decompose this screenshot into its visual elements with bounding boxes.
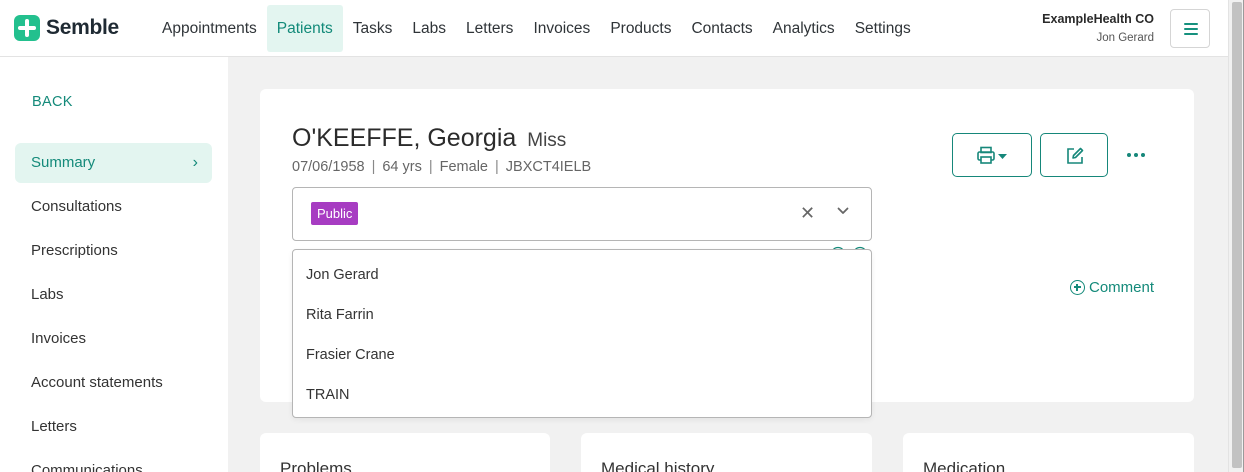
sidebar-item-invoices[interactable]: Invoices [15, 319, 212, 359]
nav-contacts[interactable]: Contacts [681, 5, 762, 52]
dropdown-option-jon-gerard[interactable]: Jon Gerard [293, 255, 871, 295]
tag-options-dropdown: Jon Gerard Rita Farrin Frasier Crane TRA… [292, 249, 872, 418]
sidebar-item-communications[interactable]: Communications [15, 451, 212, 472]
user-name: Jon Gerard [1096, 32, 1154, 44]
sidebar-item-label: Letters [31, 418, 77, 435]
patient-name-heading: O'KEEFFE, Georgia Miss [292, 124, 566, 153]
medication-card: Medication [903, 433, 1194, 472]
back-link[interactable]: BACK [32, 94, 73, 110]
sidebar-item-label: Labs [31, 286, 64, 303]
nav-analytics[interactable]: Analytics [763, 5, 845, 52]
more-horizontal-icon[interactable] [1126, 145, 1146, 165]
semble-logo-icon [14, 15, 40, 41]
printer-icon [977, 146, 1007, 164]
account-info[interactable]: ExampleHealth CO Jon Gerard [1042, 12, 1154, 44]
edit-patient-button[interactable] [1040, 133, 1108, 177]
sidebar-item-summary[interactable]: Summary › [15, 143, 212, 183]
dropdown-option-train[interactable]: TRAIN [293, 375, 871, 415]
card-title: Medication [923, 459, 1006, 472]
sidebar-item-letters[interactable]: Letters [15, 407, 212, 447]
medical-history-card: Medical history [581, 433, 872, 472]
tag-select[interactable]: Public ✕ [292, 187, 872, 241]
sidebar-item-labs[interactable]: Labs [15, 275, 212, 315]
separator: | [428, 159, 433, 175]
patient-age: 64 yrs [382, 159, 422, 175]
chevron-right-icon: › [192, 154, 198, 171]
sidebar-item-label: Summary [31, 154, 96, 171]
problems-card: Problems [260, 433, 550, 472]
vertical-scrollbar[interactable] [1228, 0, 1244, 472]
patient-id: JBXCT4IELB [505, 159, 592, 175]
brand-name: Semble [46, 16, 119, 39]
separator: | [371, 159, 376, 175]
card-title: Medical history [601, 459, 715, 472]
patient-title: Miss [527, 130, 567, 151]
patient-gender: Female [439, 159, 488, 175]
sidebar-item-label: Invoices [31, 330, 87, 347]
patient-dob: 07/06/1958 [292, 159, 365, 175]
org-name: ExampleHealth CO [1042, 12, 1154, 26]
patient-details: 07/06/1958 | 64 yrs | Female | JBXCT4IELB [292, 159, 591, 175]
patient-name: O'KEEFFE, Georgia [292, 124, 517, 152]
scrollbar-thumb[interactable] [1232, 2, 1242, 468]
hamburger-icon [1184, 23, 1198, 25]
patient-sidebar: BACK Summary › Consultations Prescriptio… [0, 57, 228, 472]
plus-circle-icon [1070, 280, 1085, 295]
sidebar-item-label: Prescriptions [31, 242, 118, 259]
print-dropdown-button[interactable] [952, 133, 1032, 177]
sidebar-item-account-statements[interactable]: Account statements [15, 363, 212, 403]
nav-settings[interactable]: Settings [845, 5, 921, 52]
top-navigation-bar: Semble Appointments Patients Tasks Labs … [0, 0, 1228, 57]
semble-logo[interactable]: Semble [14, 15, 119, 41]
sidebar-item-consultations[interactable]: Consultations [15, 187, 212, 227]
nav-patients[interactable]: Patients [266, 5, 343, 52]
dropdown-option-frasier-crane[interactable]: Frasier Crane [293, 335, 871, 375]
nav-products[interactable]: Products [600, 5, 681, 52]
tag-public-badge[interactable]: Public [311, 202, 359, 225]
nav-invoices[interactable]: Invoices [523, 5, 600, 52]
main-nav: Appointments Patients Tasks Labs Letters… [152, 5, 921, 52]
add-comment-button[interactable]: Comment [1070, 279, 1154, 296]
nav-tasks[interactable]: Tasks [343, 5, 403, 52]
hamburger-menu-button[interactable] [1170, 9, 1210, 48]
chevron-down-icon[interactable] [837, 205, 849, 217]
edit-icon [1067, 147, 1084, 164]
nav-appointments[interactable]: Appointments [152, 5, 267, 52]
nav-letters[interactable]: Letters [456, 5, 523, 52]
sidebar-item-prescriptions[interactable]: Prescriptions [15, 231, 212, 271]
sidebar-item-label: Communications [31, 462, 143, 472]
card-title: Problems [280, 459, 352, 472]
separator: | [495, 159, 499, 175]
hamburger-icon-bar [1184, 33, 1198, 35]
nav-labs[interactable]: Labs [402, 5, 456, 52]
sidebar-item-label: Account statements [31, 374, 163, 391]
hamburger-icon-bar [1184, 28, 1198, 30]
dropdown-option-rita-farrin[interactable]: Rita Farrin [293, 295, 871, 335]
sidebar-item-label: Consultations [31, 198, 122, 215]
clear-icon[interactable]: ✕ [800, 203, 815, 224]
comment-label: Comment [1089, 279, 1155, 296]
